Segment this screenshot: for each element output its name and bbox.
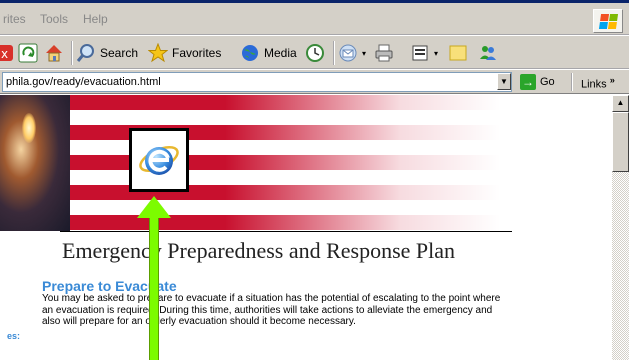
windows-logo-icon <box>593 9 623 33</box>
mail-button[interactable]: ▾ <box>338 41 366 65</box>
mail-dropdown-icon[interactable]: ▾ <box>362 49 366 58</box>
media-label: Media <box>264 46 297 60</box>
history-button[interactable] <box>305 41 325 65</box>
edit-button[interactable]: ▾ <box>410 41 438 65</box>
stop-button[interactable]: x <box>0 41 20 65</box>
search-button[interactable]: Search <box>76 41 138 65</box>
candle-photo <box>0 95 70 231</box>
go-label: Go <box>540 76 555 88</box>
refresh-icon <box>18 43 38 63</box>
home-icon <box>46 45 62 62</box>
address-dropdown-icon[interactable]: ▼ <box>497 73 511 90</box>
home-button[interactable] <box>44 41 64 65</box>
go-arrow-icon: → <box>520 74 536 90</box>
messenger-icon <box>480 46 496 60</box>
discuss-note-icon <box>449 45 467 61</box>
ie-logo-icon <box>139 146 179 175</box>
favorites-button[interactable]: Favorites <box>148 41 221 65</box>
media-globe-icon <box>242 45 258 61</box>
media-button[interactable]: Media <box>240 41 297 65</box>
mail-icon <box>339 44 357 62</box>
stop-icon: x <box>0 45 13 61</box>
standard-toolbar: x Search Favorites Media ▾ ▾ <box>0 35 629 69</box>
section-paragraph: You may be asked to prepare to evacuate … <box>42 293 501 327</box>
internet-explorer-icon[interactable] <box>129 128 189 192</box>
edit-document-icon <box>412 45 428 61</box>
star-icon <box>148 43 168 63</box>
sidebar-link-fragment[interactable]: es: <box>7 331 20 341</box>
address-input[interactable]: phila.gov/ready/evacuation.html <box>2 72 512 92</box>
search-icon <box>76 44 94 62</box>
menu-help[interactable]: Help <box>83 12 108 26</box>
page-title: Emergency Preparedness and Response Plan <box>62 238 456 263</box>
go-button[interactable]: → Go <box>520 73 555 91</box>
pointer-arrow-icon <box>137 196 171 218</box>
vertical-scrollbar[interactable]: ▲ <box>612 95 629 360</box>
page-content: Emergency Preparedness and Response Plan… <box>0 95 612 360</box>
candle-flame <box>22 113 36 143</box>
links-label: Links <box>581 78 607 91</box>
banner-divider <box>60 231 512 232</box>
menu-bar: rites Tools Help <box>0 3 629 35</box>
messenger-button[interactable] <box>478 41 498 65</box>
pointer-arrow-shaft <box>149 215 159 360</box>
scroll-thumb[interactable] <box>612 112 629 172</box>
links-chevron-icon[interactable]: » <box>610 75 615 85</box>
scroll-up-icon[interactable]: ▲ <box>612 95 629 112</box>
favorites-label: Favorites <box>172 46 222 60</box>
refresh-button[interactable] <box>18 41 38 65</box>
menu-favorites[interactable]: rites <box>3 12 26 26</box>
links-toolbar[interactable]: Links » <box>581 75 615 91</box>
menu-tools[interactable]: Tools <box>40 12 68 26</box>
print-button[interactable] <box>374 41 394 65</box>
edit-dropdown-icon[interactable]: ▾ <box>434 49 438 58</box>
discuss-button[interactable] <box>448 41 468 65</box>
svg-text:x: x <box>1 47 8 61</box>
printer-icon <box>375 44 393 62</box>
address-bar: phila.gov/ready/evacuation.html ▼ → Go L… <box>0 70 629 94</box>
history-icon <box>306 44 324 62</box>
search-label: Search <box>100 46 139 60</box>
